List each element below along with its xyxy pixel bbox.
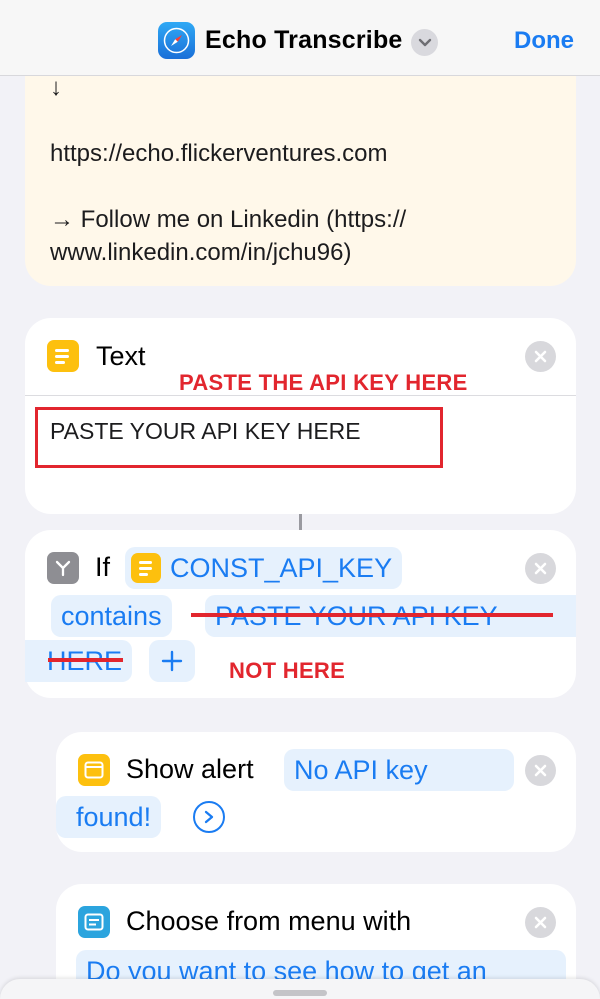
remove-text-action-icon[interactable] xyxy=(525,341,556,372)
choose-from-menu-title: Choose from menu with xyxy=(126,906,412,936)
if-action-card[interactable]: If CONST_API_KEY contains PASTE YOUR API… xyxy=(25,530,576,698)
alert-window-icon xyxy=(78,754,110,786)
alert-message-token[interactable]: No API key xyxy=(284,749,514,791)
menu-list-icon xyxy=(78,906,110,938)
text-card-divider xyxy=(25,395,576,396)
arrow-down-glyph: ↓ xyxy=(50,74,62,101)
show-alert-title: Show alert xyxy=(126,754,254,784)
remove-menu-action-icon[interactable] xyxy=(525,907,556,938)
strikethrough-line xyxy=(48,658,123,662)
variable-name: CONST_API_KEY xyxy=(170,552,393,583)
if-keyword: If xyxy=(95,552,111,582)
strikethrough-line xyxy=(191,613,553,617)
show-alert-action-card[interactable]: Show alert No API key found! xyxy=(56,732,576,852)
comment-linkedin-line2: www.linkedin.com/in/jchu96) xyxy=(50,239,352,266)
if-branch-icon xyxy=(47,552,79,584)
paste-api-key-annotation: PASTE THE API KEY HERE xyxy=(179,370,468,395)
add-condition-button[interactable] xyxy=(149,640,195,682)
flow-connector xyxy=(299,514,302,531)
comment-linkedin-line1: → Follow me on Linkedin (https:// xyxy=(50,206,407,233)
bottom-sheet[interactable] xyxy=(0,979,600,999)
navigation-bar: Echo Transcribe Done xyxy=(0,0,600,76)
not-here-annotation: NOT HERE xyxy=(229,658,346,683)
comment-card[interactable]: ↓ https://echo.flickerventures.com → Fol… xyxy=(25,40,576,286)
alert-message-token-continued[interactable]: found! xyxy=(56,796,162,838)
remove-if-action-icon[interactable] xyxy=(525,553,556,584)
expand-options-icon[interactable] xyxy=(193,801,225,833)
text-action-title: Text xyxy=(96,341,146,371)
chevron-down-icon[interactable] xyxy=(411,29,438,56)
condition-token[interactable]: contains xyxy=(51,595,172,637)
sheet-grabber-handle[interactable] xyxy=(273,990,327,996)
shortcut-title[interactable]: Echo Transcribe xyxy=(205,26,403,55)
safari-compass-icon xyxy=(158,22,195,59)
done-button[interactable]: Done xyxy=(514,27,574,55)
comment-url: https://echo.flickerventures.com xyxy=(50,140,388,167)
text-value-field[interactable]: PASTE YOUR API KEY HERE xyxy=(50,418,361,445)
text-action-card[interactable]: Text PASTE THE API KEY HERE PASTE YOUR A… xyxy=(25,318,576,514)
variable-doc-icon xyxy=(131,553,161,583)
text-doc-icon xyxy=(47,340,79,372)
const-api-key-variable-token[interactable]: CONST_API_KEY xyxy=(125,547,403,589)
remove-alert-action-icon[interactable] xyxy=(525,755,556,786)
